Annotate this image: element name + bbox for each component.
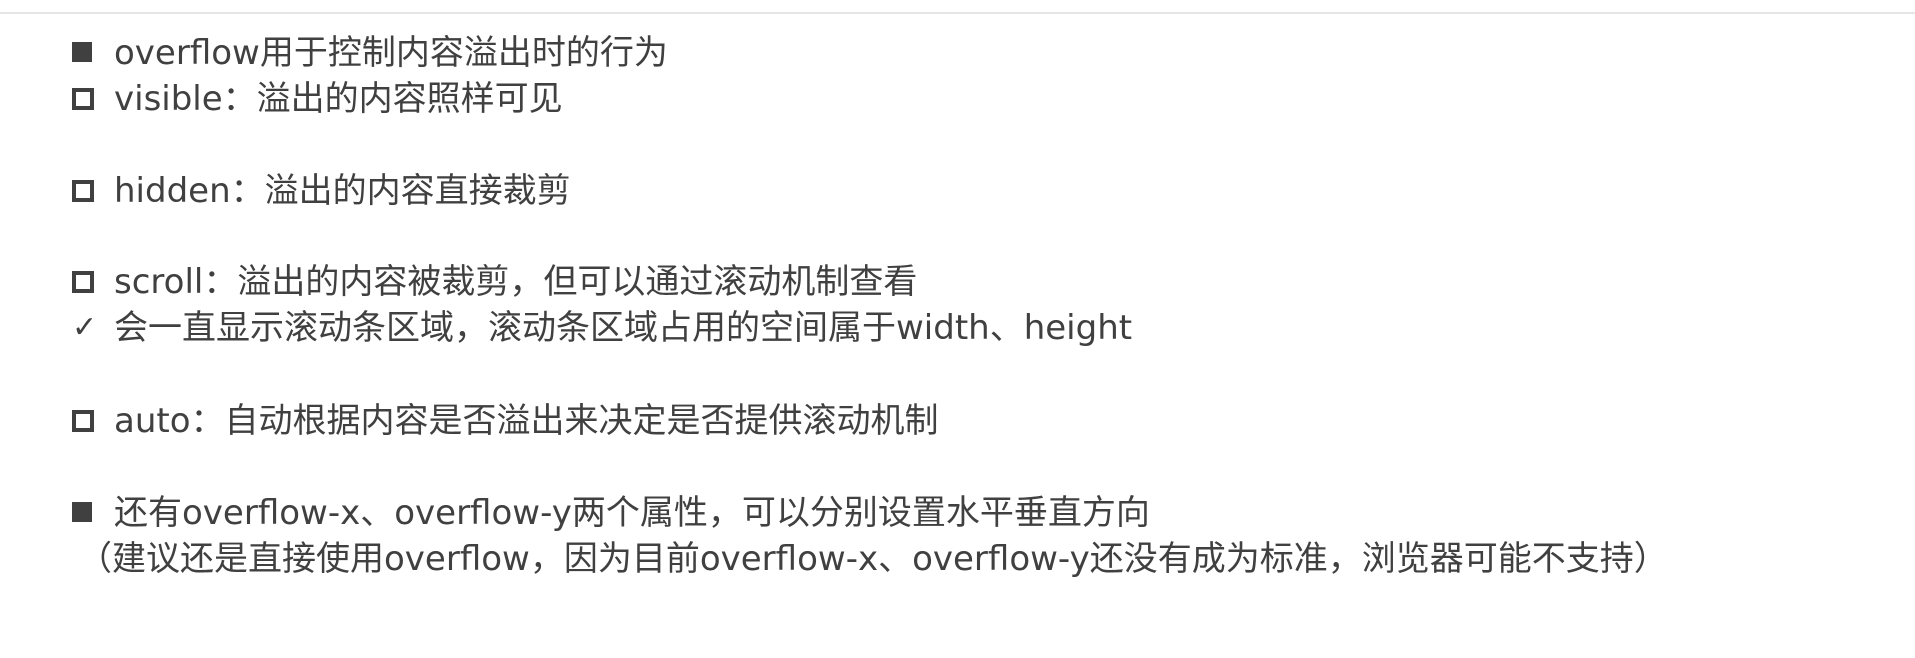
checkmark-icon: ✓ — [72, 310, 98, 345]
bullet-text: 还有overflow-x、overflow-y两个属性，可以分别设置水平垂直方向 — [114, 493, 1150, 533]
bullet-text: 会一直显示滚动条区域，滚动条区域占用的空间属于width、height — [114, 308, 1133, 348]
top-divider — [0, 12, 1915, 14]
bullet-scroll: scroll：溢出的内容被裁剪，但可以通过滚动机制查看 — [72, 259, 917, 305]
hollow-square-bullet-icon — [72, 88, 94, 110]
filled-square-bullet-icon — [72, 502, 94, 524]
hollow-square-bullet-icon — [72, 180, 94, 202]
bullet-text: scroll：溢出的内容被裁剪，但可以通过滚动机制查看 — [114, 262, 918, 302]
bullet-text: auto：自动根据内容是否溢出来决定是否提供滚动机制 — [114, 401, 939, 441]
bullet-scroll-detail: ✓ 会一直显示滚动条区域，滚动条区域占用的空间属于width、height — [72, 305, 1132, 351]
footnote-recommendation: （建议还是直接使用overflow，因为目前overflow-x、overflo… — [78, 539, 1668, 579]
bullet-hidden: hidden：溢出的内容直接裁剪 — [72, 168, 571, 214]
bullet-overflow-intro: overflow用于控制内容溢出时的行为 — [72, 30, 668, 76]
hollow-square-bullet-icon — [72, 271, 94, 293]
bullet-overflow-xy: 还有overflow-x、overflow-y两个属性，可以分别设置水平垂直方向 — [72, 490, 1150, 536]
bullet-text: hidden：溢出的内容直接裁剪 — [114, 171, 571, 211]
bullet-visible: visible：溢出的内容照样可见 — [72, 76, 563, 122]
bullet-text: overflow用于控制内容溢出时的行为 — [114, 33, 668, 73]
filled-square-bullet-icon — [72, 42, 94, 64]
bullet-auto: auto：自动根据内容是否溢出来决定是否提供滚动机制 — [72, 398, 939, 444]
bullet-text: visible：溢出的内容照样可见 — [114, 79, 563, 119]
hollow-square-bullet-icon — [72, 410, 94, 432]
